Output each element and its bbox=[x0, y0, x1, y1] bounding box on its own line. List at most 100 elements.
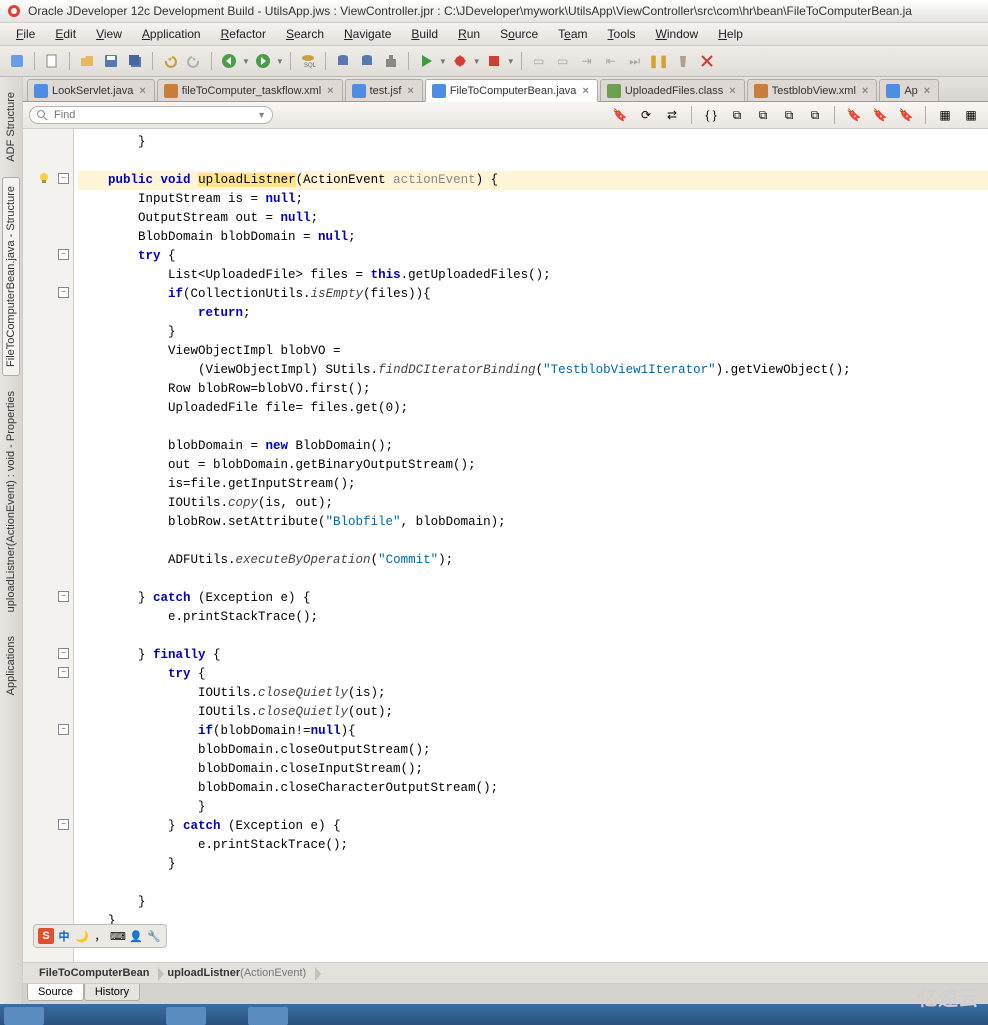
code-line[interactable]: IOUtils.closeQuietly(out); bbox=[78, 703, 988, 722]
save-all-button[interactable] bbox=[124, 50, 146, 72]
cancel-button[interactable] bbox=[696, 50, 718, 72]
braces1-button[interactable]: { } bbox=[700, 104, 722, 126]
code-line[interactable]: IOUtils.copy(is, out); bbox=[78, 494, 988, 513]
code-area[interactable]: } public void uploadListner(ActionEvent … bbox=[74, 129, 988, 962]
ime-moon-icon[interactable]: 🌙 bbox=[74, 928, 90, 944]
ime-toolbar[interactable]: S 中 🌙 ， ⌨ 👤 🔧 bbox=[33, 924, 167, 948]
menu-edit[interactable]: Edit bbox=[47, 25, 84, 43]
menu-run[interactable]: Run bbox=[450, 25, 488, 43]
step2-button[interactable]: ▭ bbox=[552, 50, 574, 72]
step5-button[interactable]: ⏭ bbox=[624, 50, 646, 72]
source-tab[interactable]: Source bbox=[27, 984, 84, 1001]
adf-structure-tab[interactable]: ADF Structure bbox=[2, 83, 20, 171]
task-button[interactable] bbox=[248, 1007, 288, 1025]
run-button[interactable] bbox=[415, 50, 437, 72]
code-line[interactable]: out = blobDomain.getBinaryOutputStream()… bbox=[78, 456, 988, 475]
save-button[interactable] bbox=[100, 50, 122, 72]
back-button[interactable] bbox=[218, 50, 240, 72]
code-line[interactable]: blobDomain.closeOutputStream(); bbox=[78, 741, 988, 760]
tab-close-icon[interactable]: × bbox=[922, 85, 932, 97]
code-line[interactable]: return; bbox=[78, 304, 988, 323]
code-line[interactable]: if(CollectionUtils.isEmpty(files)){ bbox=[78, 285, 988, 304]
code-line[interactable]: try { bbox=[78, 665, 988, 684]
db2-button[interactable] bbox=[356, 50, 378, 72]
properties-tab[interactable]: uploadListner(ActionEvent) : void - Prop… bbox=[2, 382, 20, 621]
find-box[interactable]: ▼ bbox=[29, 106, 273, 124]
format-button[interactable]: ⇄ bbox=[661, 104, 683, 126]
braces3-button[interactable]: ⧉ bbox=[752, 104, 774, 126]
stop-button[interactable] bbox=[483, 50, 505, 72]
forward-button[interactable] bbox=[252, 50, 274, 72]
code-line[interactable]: try { bbox=[78, 247, 988, 266]
build-button[interactable] bbox=[380, 50, 402, 72]
tab-close-icon[interactable]: × bbox=[405, 85, 415, 97]
tab-close-icon[interactable]: × bbox=[860, 85, 870, 97]
braces4-button[interactable]: ⧉ bbox=[778, 104, 800, 126]
code-line[interactable]: } bbox=[78, 133, 988, 152]
code-line[interactable]: OutputStream out = null; bbox=[78, 209, 988, 228]
code-line[interactable]: blobRow.setAttribute("Blobfile", blobDom… bbox=[78, 513, 988, 532]
editor-tab[interactable]: fileToComputer_taskflow.xml× bbox=[157, 79, 343, 101]
fold-toggle[interactable]: − bbox=[58, 648, 69, 659]
ime-lang[interactable]: 中 bbox=[56, 928, 72, 944]
code-line[interactable]: } catch (Exception e) { bbox=[78, 817, 988, 836]
code-line[interactable]: blobDomain.closeInputStream(); bbox=[78, 760, 988, 779]
menu-file[interactable]: File bbox=[8, 25, 43, 43]
fold-toggle[interactable]: − bbox=[58, 591, 69, 602]
code-line[interactable]: is=file.getInputStream(); bbox=[78, 475, 988, 494]
code-line[interactable]: (ViewObjectImpl) SUtils.findDCIteratorBi… bbox=[78, 361, 988, 380]
breadcrumb-item[interactable]: FileToComputerBean bbox=[31, 965, 159, 981]
code-line[interactable] bbox=[78, 152, 988, 171]
tab-close-icon[interactable]: × bbox=[580, 85, 590, 97]
code-line[interactable]: } bbox=[78, 893, 988, 912]
code-line[interactable]: if(blobDomain!=null){ bbox=[78, 722, 988, 741]
task-button[interactable] bbox=[166, 1007, 206, 1025]
code-line[interactable] bbox=[78, 874, 988, 893]
code-line[interactable]: List<UploadedFile> files = this.getUploa… bbox=[78, 266, 988, 285]
open-button[interactable] bbox=[76, 50, 98, 72]
fold-toggle[interactable]: − bbox=[58, 173, 69, 184]
menu-search[interactable]: Search bbox=[278, 25, 332, 43]
fold-toggle[interactable]: − bbox=[58, 667, 69, 678]
editor-tab[interactable]: FileToComputerBean.java× bbox=[425, 79, 598, 102]
lightbulb-icon[interactable] bbox=[37, 171, 51, 185]
bm2-button[interactable]: 🔖 bbox=[869, 104, 891, 126]
editor-tab[interactable]: Ap× bbox=[879, 79, 939, 101]
new-app-button[interactable] bbox=[6, 50, 28, 72]
braces5-button[interactable]: ⧉ bbox=[804, 104, 826, 126]
fold-toggle[interactable]: − bbox=[58, 287, 69, 298]
tab-close-icon[interactable]: × bbox=[727, 85, 737, 97]
code-line[interactable]: blobDomain = new BlobDomain(); bbox=[78, 437, 988, 456]
menu-help[interactable]: Help bbox=[710, 25, 751, 43]
code-line[interactable]: } bbox=[78, 323, 988, 342]
sql-button[interactable]: SQL bbox=[297, 50, 319, 72]
task-button[interactable] bbox=[4, 1007, 44, 1025]
fold-toggle[interactable]: − bbox=[58, 819, 69, 830]
step4-button[interactable]: ⇤ bbox=[600, 50, 622, 72]
bm1-button[interactable]: 🔖 bbox=[843, 104, 865, 126]
ime-punct-icon[interactable]: ， bbox=[92, 928, 108, 944]
editor-gutter[interactable]: −−−−−−−− bbox=[23, 129, 74, 962]
code-line[interactable]: ViewObjectImpl blobVO = bbox=[78, 342, 988, 361]
menu-view[interactable]: View bbox=[88, 25, 130, 43]
editor-tab[interactable]: test.jsf× bbox=[345, 79, 423, 101]
ime-keyboard-icon[interactable]: ⌨ bbox=[110, 928, 126, 944]
menu-navigate[interactable]: Navigate bbox=[336, 25, 399, 43]
code-line[interactable]: public void uploadListner(ActionEvent ac… bbox=[78, 171, 988, 190]
menu-refactor[interactable]: Refactor bbox=[213, 25, 274, 43]
view2-button[interactable]: ▦ bbox=[960, 104, 982, 126]
pause-button[interactable]: ❚❚ bbox=[648, 50, 670, 72]
tab-close-icon[interactable]: × bbox=[137, 85, 147, 97]
debug-button[interactable] bbox=[449, 50, 471, 72]
code-line[interactable]: e.printStackTrace(); bbox=[78, 836, 988, 855]
code-line[interactable]: e.printStackTrace(); bbox=[78, 608, 988, 627]
code-editor[interactable]: −−−−−−−− } public void uploadListner(Act… bbox=[23, 129, 988, 962]
code-line[interactable]: } catch (Exception e) { bbox=[78, 589, 988, 608]
code-line[interactable]: IOUtils.closeQuietly(is); bbox=[78, 684, 988, 703]
code-line[interactable]: BlobDomain blobDomain = null; bbox=[78, 228, 988, 247]
editor-tab[interactable]: TestblobView.xml× bbox=[747, 79, 878, 101]
code-line[interactable] bbox=[78, 532, 988, 551]
applications-tab[interactable]: Applications bbox=[2, 627, 20, 704]
refresh-button[interactable]: ⟳ bbox=[635, 104, 657, 126]
new-button[interactable] bbox=[41, 50, 63, 72]
